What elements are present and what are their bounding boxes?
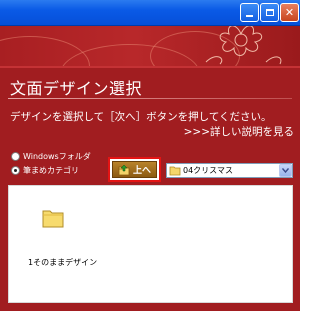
list-item[interactable]: 1そのままデザイン xyxy=(28,257,97,268)
close-icon: ✕ xyxy=(284,6,295,19)
help-link[interactable]: >>>詳しい説明を見る xyxy=(184,124,294,139)
flower-ornament xyxy=(205,26,282,65)
category-value: 04クリスマス xyxy=(183,166,233,175)
radio-circle[interactable] xyxy=(11,166,20,175)
category-select[interactable]: 04クリスマス xyxy=(166,163,293,178)
page-title: 文面デザイン選択 xyxy=(10,79,143,98)
maximize-icon xyxy=(265,9,274,16)
maximize-button[interactable] xyxy=(260,3,279,22)
instruction-text: デザインを選択して［次へ］ボタンを押してください。 xyxy=(10,111,272,123)
window-titlebar: ✕ xyxy=(0,0,300,26)
folder-icon[interactable] xyxy=(42,208,64,228)
radio-label: 筆まめカテゴリ xyxy=(23,166,79,175)
minimize-button[interactable] xyxy=(240,3,259,22)
radio-fudemame-category[interactable]: 筆まめカテゴリ xyxy=(11,165,79,176)
up-button[interactable]: 上へ xyxy=(112,161,157,178)
radio-label: Windowsフォルダ xyxy=(23,152,91,161)
folder-icon xyxy=(169,166,181,176)
radio-circle[interactable] xyxy=(11,152,20,161)
close-button[interactable]: ✕ xyxy=(280,3,299,22)
title-divider xyxy=(8,98,292,99)
up-button-highlight: 上へ xyxy=(108,157,161,182)
radio-windows-folder[interactable]: Windowsフォルダ xyxy=(11,151,91,162)
design-file-list[interactable]: 1そのままデザイン xyxy=(8,185,293,303)
minimize-icon xyxy=(246,14,253,17)
up-button-label: 上へ xyxy=(132,166,151,176)
header-banner xyxy=(0,26,300,66)
folder-up-icon xyxy=(118,164,130,175)
chevron-down-icon[interactable] xyxy=(279,164,292,177)
